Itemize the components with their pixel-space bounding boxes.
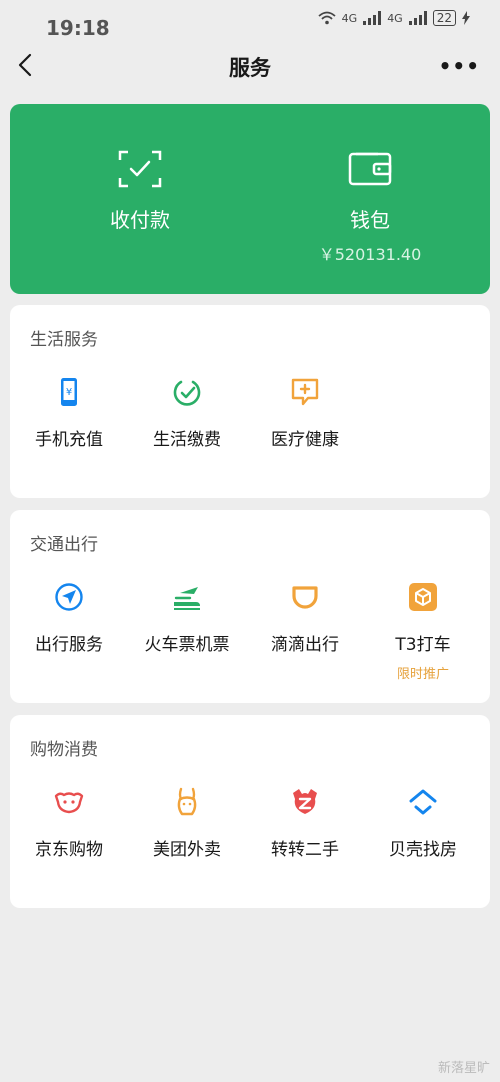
item-label: 京东购物 [35, 840, 103, 860]
didi-icon [292, 586, 318, 609]
wallet-icon [348, 152, 392, 186]
zhuanzhuan-icon [293, 789, 317, 814]
train-flight-item[interactable]: 火车票机票 [128, 582, 246, 682]
item-label: 出行服务 [35, 635, 103, 655]
travel-card: 交通出行 出行服务 火车票机票 滴滴出行 T3打车 限时推广 [10, 510, 490, 703]
jd-dog-icon [54, 792, 84, 814]
phone-yuan-icon: ¥ [61, 378, 77, 406]
medical-chat-icon [291, 378, 319, 406]
leaf-check-icon [173, 380, 201, 406]
navigation-icon [55, 583, 83, 611]
page-title: 服务 [229, 56, 271, 80]
network-label-2: 4G [387, 11, 403, 25]
t3-taxi-item[interactable]: T3打车 限时推广 [364, 582, 482, 682]
section-title-life: 生活服务 [30, 330, 98, 350]
item-label: 美团外卖 [153, 840, 221, 860]
item-label: T3打车 [395, 635, 451, 655]
wallet-label: 钱包 [350, 208, 390, 232]
pay-receive-label: 收付款 [110, 208, 170, 232]
shopping-card: 购物消费 京东购物 美团外卖 转转二手 贝壳找房 [10, 715, 490, 908]
t3-box-icon [409, 583, 437, 611]
zhuanzhuan-item[interactable]: 转转二手 [246, 787, 364, 860]
train-plane-icon [174, 587, 200, 610]
svg-text:¥: ¥ [66, 387, 72, 398]
item-label: 医疗健康 [271, 430, 339, 450]
didi-item[interactable]: 滴滴出行 [246, 582, 364, 682]
item-label: 转转二手 [271, 840, 339, 860]
house-icon [409, 789, 437, 815]
section-title-shopping: 购物消费 [30, 740, 98, 760]
kangaroo-icon [177, 787, 197, 816]
medical-health-item[interactable]: 医疗健康 [246, 377, 364, 450]
travel-service-item[interactable]: 出行服务 [10, 582, 128, 682]
promo-badge: 限时推广 [396, 667, 449, 682]
wallet-card: 收付款 钱包 ￥520131.40 [10, 104, 490, 294]
scan-check-icon [118, 150, 162, 188]
wallet-button[interactable]: 钱包 ￥520131.40 [250, 144, 490, 265]
charging-icon [462, 11, 470, 25]
jd-shopping-item[interactable]: 京东购物 [10, 787, 128, 860]
item-label: 手机充值 [35, 430, 103, 450]
status-bar: 19:18 4G 4G 22 [0, 0, 500, 48]
meituan-item[interactable]: 美团外卖 [128, 787, 246, 860]
mobile-topup-item[interactable]: ¥ 手机充值 [10, 377, 128, 450]
battery-icon: 22 [432, 10, 456, 26]
item-label: 滴滴出行 [271, 635, 339, 655]
section-title-travel: 交通出行 [30, 535, 98, 555]
pay-receive-button[interactable]: 收付款 [20, 144, 260, 233]
life-services-card: 生活服务 ¥ 手机充值 生活缴费 医疗健康 [10, 305, 490, 498]
network-label-1: 4G [341, 11, 358, 25]
more-button[interactable]: ••• [439, 54, 480, 78]
status-icons: 4G 4G 22 [318, 10, 470, 26]
signal-icon [363, 11, 382, 25]
utility-payment-item[interactable]: 生活缴费 [128, 377, 246, 450]
watermark: 新落星旷 [437, 1061, 490, 1076]
item-label: 火车票机票 [144, 635, 230, 655]
beike-item[interactable]: 贝壳找房 [364, 787, 482, 860]
item-label: 贝壳找房 [389, 840, 457, 860]
item-label: 生活缴费 [153, 430, 221, 450]
wifi-icon [318, 11, 336, 25]
nav-bar: 服务 ••• [0, 44, 500, 88]
wallet-balance: ￥520131.40 [318, 245, 422, 264]
status-time: 19:18 [46, 16, 110, 40]
signal-icon-2 [408, 11, 427, 25]
